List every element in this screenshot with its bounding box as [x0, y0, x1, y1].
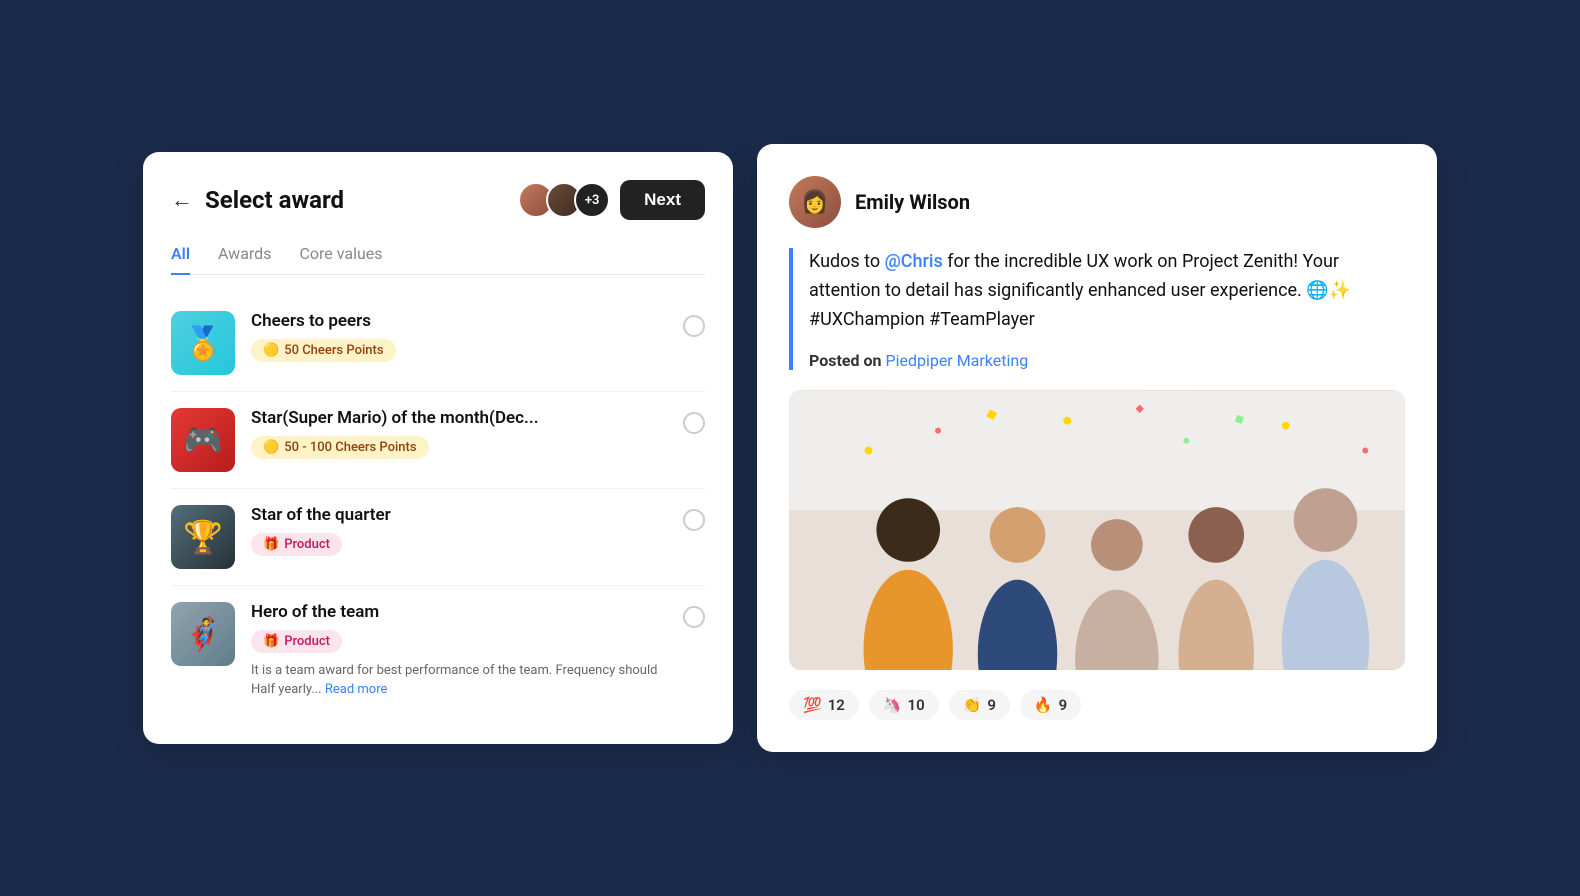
award-name-cheers: Cheers to peers: [251, 311, 667, 331]
award-image-cheers: 🏅: [171, 311, 235, 375]
posted-on-label: Posted on: [809, 351, 882, 370]
select-award-panel: ← Select award +3 Next All Awards Core v…: [143, 152, 733, 744]
reaction-count-2: 9: [987, 696, 996, 714]
reaction-emoji-0: 💯: [803, 696, 822, 714]
post-body: Kudos to @Chris for the incredible UX wo…: [789, 248, 1405, 369]
award-radio-hero[interactable]: [683, 606, 705, 628]
reaction-100[interactable]: 💯 12: [789, 690, 859, 720]
header-left: ← Select award: [171, 186, 344, 214]
award-item-quarter[interactable]: 🏆 Star of the quarter 🎁 Product: [171, 489, 705, 586]
tab-core-values[interactable]: Core values: [299, 244, 382, 275]
award-name-quarter: Star of the quarter: [251, 505, 667, 525]
award-content-hero: Hero of the team 🎁 Product It is a team …: [251, 602, 667, 700]
reaction-unicorn[interactable]: 🦄 10: [869, 690, 939, 720]
celebration-image: [789, 390, 1405, 670]
post-panel: 👩 Emily Wilson Kudos to @Chris for the i…: [757, 144, 1437, 751]
award-content-quarter: Star of the quarter 🎁 Product: [251, 505, 667, 556]
reaction-emoji-1: 🦄: [883, 696, 902, 714]
post-header: 👩 Emily Wilson: [789, 176, 1405, 228]
award-content-mario: Star(Super Mario) of the month(Dec... 🟡 …: [251, 408, 667, 459]
award-item-hero[interactable]: 🦸 Hero of the team 🎁 Product It is a tea…: [171, 586, 705, 716]
award-name-hero: Hero of the team: [251, 602, 667, 622]
award-image-hero: 🦸: [171, 602, 235, 666]
award-list: 🏅 Cheers to peers 🟡 50 Cheers Points 🎮 S…: [171, 295, 705, 716]
reactions: 💯 12 🦄 10 👏 9 🔥 9: [789, 690, 1405, 720]
reaction-count-1: 10: [908, 696, 925, 714]
product-icon-quarter: 🎁: [263, 537, 279, 552]
award-radio-cheers[interactable]: [683, 315, 705, 337]
post-meta: Posted on Piedpiper Marketing: [809, 351, 1405, 370]
award-name-mario: Star(Super Mario) of the month(Dec...: [251, 408, 667, 428]
tab-awards[interactable]: Awards: [218, 244, 271, 275]
post-text: Kudos to @Chris for the incredible UX wo…: [809, 248, 1405, 334]
award-tag-hero: 🎁 Product: [251, 630, 342, 653]
back-button[interactable]: ←: [171, 187, 193, 213]
post-author: Emily Wilson: [855, 190, 970, 214]
panel-header: ← Select award +3 Next: [171, 180, 705, 220]
reaction-fire[interactable]: 🔥 9: [1020, 690, 1081, 720]
read-more-link[interactable]: Read more: [325, 682, 388, 697]
post-text-before-mention: Kudos to: [809, 251, 885, 272]
tabs: All Awards Core values: [171, 244, 705, 275]
post-avatar: 👩: [789, 176, 841, 228]
award-radio-mario[interactable]: [683, 412, 705, 434]
award-content-cheers: Cheers to peers 🟡 50 Cheers Points: [251, 311, 667, 362]
header-right: +3 Next: [518, 180, 705, 220]
points-icon: 🟡: [263, 343, 279, 358]
avatar-count: +3: [574, 182, 610, 218]
award-tag-cheers: 🟡 50 Cheers Points: [251, 339, 396, 362]
reaction-emoji-3: 🔥: [1034, 696, 1053, 714]
reaction-clap[interactable]: 👏 9: [949, 690, 1010, 720]
product-icon-hero: 🎁: [263, 634, 279, 649]
award-item-mario[interactable]: 🎮 Star(Super Mario) of the month(Dec... …: [171, 392, 705, 489]
award-tag-quarter: 🎁 Product: [251, 533, 342, 556]
reaction-count-3: 9: [1059, 696, 1068, 714]
next-button[interactable]: Next: [620, 180, 705, 220]
reaction-emoji-2: 👏: [963, 696, 982, 714]
award-image-mario: 🎮: [171, 408, 235, 472]
award-desc-hero: It is a team award for best performance …: [251, 661, 667, 700]
post-mention[interactable]: @Chris: [885, 251, 943, 272]
award-image-quarter: 🏆: [171, 505, 235, 569]
tab-all[interactable]: All: [171, 244, 190, 275]
panel-title: Select award: [205, 186, 344, 214]
points-icon-mario: 🟡: [263, 440, 279, 455]
award-item-cheers[interactable]: 🏅 Cheers to peers 🟡 50 Cheers Points: [171, 295, 705, 392]
award-radio-quarter[interactable]: [683, 509, 705, 531]
posted-on-link[interactable]: Piedpiper Marketing: [885, 351, 1028, 370]
avatar-stack: +3: [518, 182, 610, 218]
reaction-count-0: 12: [828, 696, 845, 714]
post-image: [789, 390, 1405, 670]
award-tag-mario: 🟡 50 - 100 Cheers Points: [251, 436, 429, 459]
